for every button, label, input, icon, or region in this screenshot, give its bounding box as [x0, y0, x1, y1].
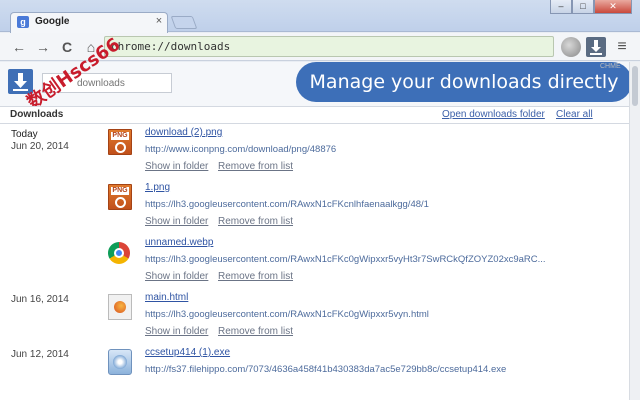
- downloads-section-bar: Downloads Open downloads folder Clear al…: [0, 106, 640, 124]
- tab-google[interactable]: g Google ×: [10, 12, 168, 33]
- date-group: Jun 12, 2014: [11, 349, 69, 361]
- new-tab-button[interactable]: [170, 16, 198, 29]
- menu-icon[interactable]: ≡: [612, 37, 632, 57]
- file-name-link[interactable]: ccsetup414 (1).exe: [145, 347, 230, 358]
- show-in-folder-link[interactable]: Show in folder: [145, 326, 208, 337]
- minimize-button[interactable]: –: [550, 0, 572, 14]
- download-item: Today Jun 20, 2014 PNG download (2).png …: [0, 126, 640, 181]
- tab-close-icon[interactable]: ×: [153, 15, 165, 27]
- png-file-icon: PNG: [108, 129, 132, 155]
- address-input[interactable]: [111, 38, 541, 55]
- open-downloads-folder-link[interactable]: Open downloads folder: [442, 109, 545, 120]
- reload-button[interactable]: C: [58, 38, 76, 56]
- firefox-file-icon: [108, 294, 132, 320]
- remove-from-list-link[interactable]: Remove from list: [218, 216, 293, 227]
- download-item: Jun 16, 2014 main.html https://lh3.googl…: [0, 291, 640, 346]
- show-in-folder-link[interactable]: Show in folder: [145, 161, 208, 172]
- file-url-link[interactable]: https://lh3.googleusercontent.com/RAwxN1…: [145, 309, 429, 320]
- file-url-link[interactable]: https://lh3.googleusercontent.com/RAwxN1…: [145, 199, 429, 210]
- scrollbar-thumb[interactable]: [632, 66, 638, 106]
- window-controls: – □ ✕: [550, 0, 632, 14]
- promo-banner: Manage your downloads directly: [296, 62, 632, 102]
- date-label: Today: [11, 129, 38, 140]
- clear-all-link[interactable]: Clear all: [556, 109, 593, 120]
- date-text: Jun 16, 2014: [11, 294, 69, 305]
- exe-file-icon: [108, 349, 132, 375]
- downloads-icon[interactable]: [586, 37, 606, 57]
- file-name-link[interactable]: download (2).png: [145, 127, 222, 138]
- back-button[interactable]: ←: [10, 38, 28, 56]
- title-bar: g Google × – □ ✕: [0, 0, 640, 33]
- maximize-button[interactable]: □: [572, 0, 594, 14]
- show-in-folder-link[interactable]: Show in folder: [145, 271, 208, 282]
- file-name-link[interactable]: unnamed.webp: [145, 237, 213, 248]
- download-item: PNG 1.png https://lh3.googleusercontent.…: [0, 181, 640, 236]
- file-url-link[interactable]: http://www.iconpng.com/download/png/4887…: [145, 144, 336, 155]
- file-url-link[interactable]: http://fs37.filehippo.com/7073/4636a458f…: [145, 364, 506, 375]
- close-window-button[interactable]: ✕: [594, 0, 632, 14]
- file-name-link[interactable]: main.html: [145, 292, 188, 303]
- remove-from-list-link[interactable]: Remove from list: [218, 161, 293, 172]
- file-name-link[interactable]: 1.png: [145, 182, 170, 193]
- date-text: Jun 20, 2014: [11, 141, 69, 152]
- downloads-page: 数创Hscs66 Manage your downloads directly …: [0, 34, 640, 400]
- download-item: Jun 12, 2014 ccsetup414 (1).exe http://f…: [0, 346, 640, 400]
- remove-from-list-link[interactable]: Remove from list: [218, 326, 293, 337]
- chrome-file-icon: [108, 242, 130, 264]
- date-group: Today Jun 20, 2014: [11, 129, 69, 153]
- tab-title: Google: [35, 16, 70, 27]
- google-icon: g: [17, 16, 29, 28]
- page-scrollbar[interactable]: [629, 62, 640, 400]
- banner-small-text: CHME: [600, 63, 621, 70]
- png-file-icon: PNG: [108, 184, 132, 210]
- show-in-folder-link[interactable]: Show in folder: [145, 216, 208, 227]
- file-url-link[interactable]: https://lh3.googleusercontent.com/RAwxN1…: [145, 254, 546, 265]
- section-title: Downloads: [10, 109, 64, 120]
- forward-button[interactable]: →: [34, 38, 52, 56]
- date-text: Jun 12, 2014: [11, 349, 69, 360]
- date-group: Jun 16, 2014: [11, 294, 69, 306]
- address-bar[interactable]: [104, 36, 554, 57]
- globe-icon[interactable]: [561, 37, 581, 57]
- page-header: 数创Hscs66 Manage your downloads directly …: [0, 34, 640, 113]
- remove-from-list-link[interactable]: Remove from list: [218, 271, 293, 282]
- download-item: unnamed.webp https://lh3.googleuserconte…: [0, 236, 640, 291]
